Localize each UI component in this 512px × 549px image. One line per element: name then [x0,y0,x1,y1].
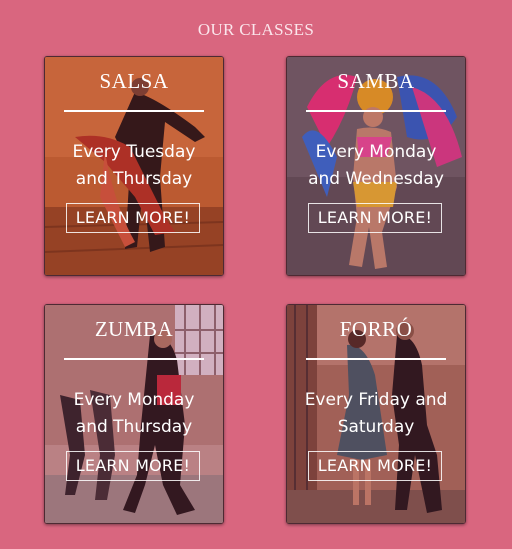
schedule-text: Every Friday and Saturday [287,387,465,441]
card-title: ZUMBA [94,317,174,341]
class-card-samba: SAMBA Every Monday and Wednesday LEARN M… [286,56,466,276]
class-card-forro: FORRÓ Every Friday and Saturday LEARN MO… [286,304,466,524]
schedule-line: and Wednesday [308,169,444,189]
schedule-line: and Thursday [75,417,193,437]
title-divider [306,110,446,112]
schedule-line: Every Monday [315,142,437,162]
learn-more-button[interactable]: LEARN MORE! [308,451,442,481]
title-divider [306,358,446,360]
schedule-line: Every Tuesday [72,142,196,162]
learn-more-button[interactable]: LEARN MORE! [308,203,442,233]
schedule-line: Saturday [337,417,415,437]
schedule-line: Every Friday and [304,390,448,410]
card-title: FORRÓ [339,317,413,341]
schedule-line: and Thursday [75,169,193,189]
schedule-text: Every Monday and Wednesday [287,139,465,193]
card-title: SALSA [99,69,169,93]
section-heading: OUR CLASSES [197,20,315,39]
title-divider [64,110,204,112]
schedule-line: Every Monday [73,390,195,410]
class-card-zumba: ZUMBA Every Monday and Thursday LEARN MO… [44,304,224,524]
learn-more-button[interactable]: LEARN MORE! [66,451,200,481]
title-divider [64,358,204,360]
schedule-text: Every Monday and Thursday [45,387,223,441]
card-title: SAMBA [337,69,415,93]
learn-more-button[interactable]: LEARN MORE! [66,203,200,233]
class-card-salsa: SALSA Every Tuesday and Thursday LEARN M… [44,56,224,276]
schedule-text: Every Tuesday and Thursday [45,139,223,193]
